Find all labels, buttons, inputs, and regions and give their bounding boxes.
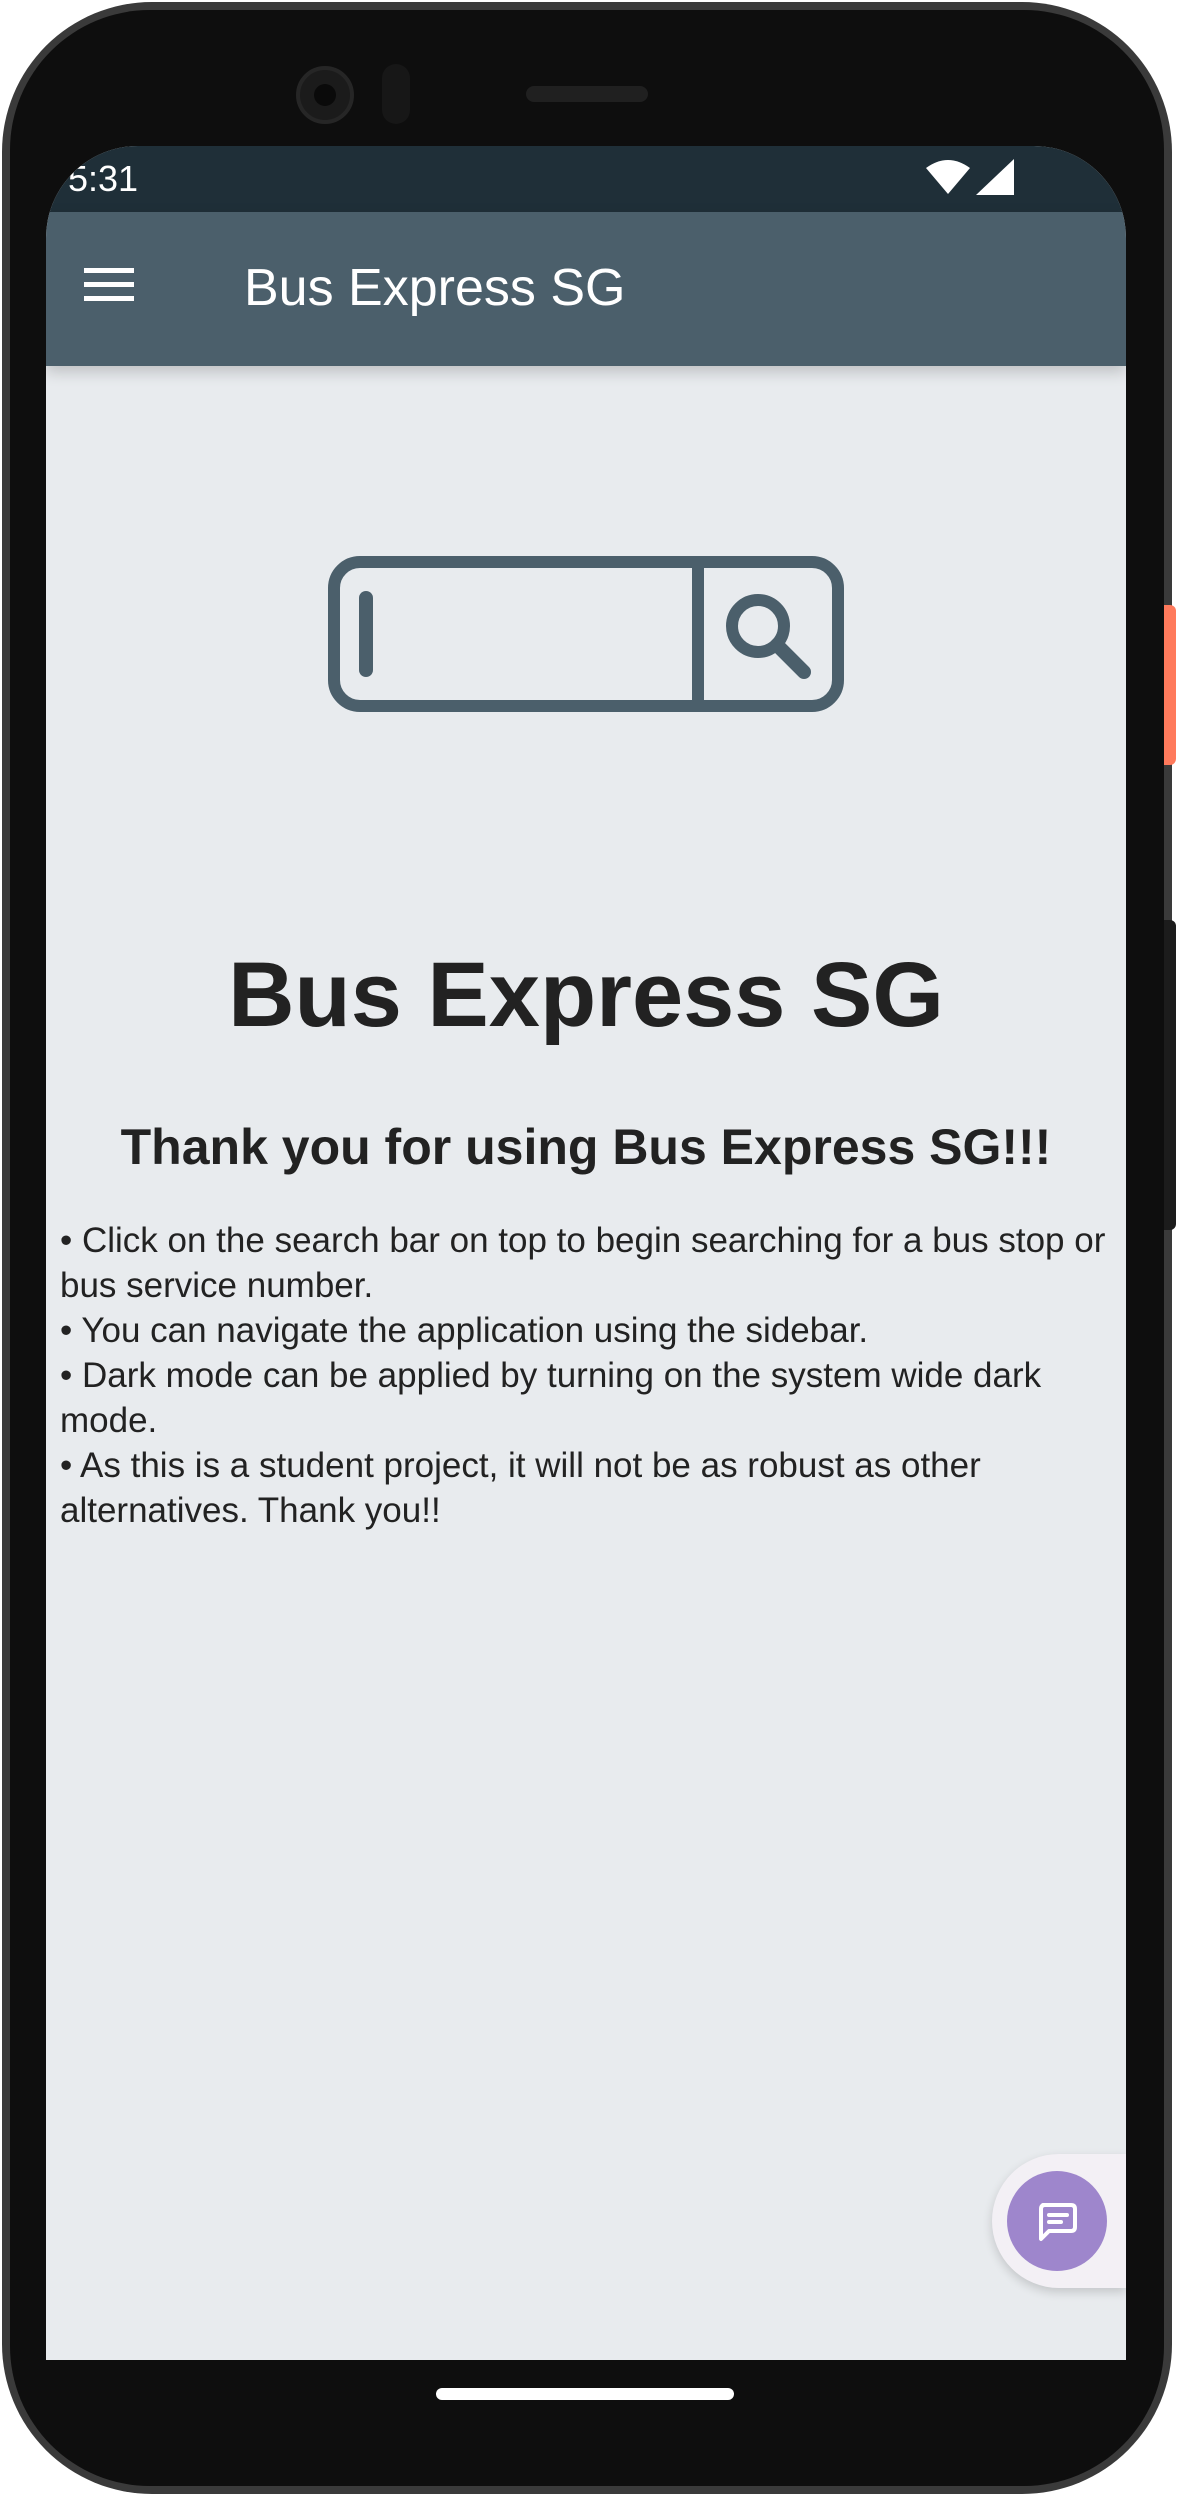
instructions-list: • Click on the search bar on top to begi… bbox=[60, 1218, 1110, 1533]
instruction-item: • As this is a student project, it will … bbox=[60, 1446, 981, 1530]
chat-fab[interactable] bbox=[992, 2154, 1126, 2288]
screen: 5:31 Bus Express SG Bus Express SG Thank… bbox=[46, 146, 1126, 2408]
proximity-sensor bbox=[382, 64, 410, 124]
phone-device: 5:31 Bus Express SG Bus Express SG Thank… bbox=[0, 0, 1178, 2498]
main-content: Bus Express SG Thank you for using Bus E… bbox=[46, 366, 1126, 2408]
status-icons bbox=[926, 158, 1014, 200]
home-gesture-handle[interactable] bbox=[436, 2388, 734, 2400]
earpiece-speaker bbox=[526, 86, 648, 102]
chat-fab-button[interactable] bbox=[1007, 2171, 1107, 2271]
status-time: 5:31 bbox=[68, 158, 139, 199]
search-bar-illustration-icon bbox=[328, 556, 844, 712]
app-bar: Bus Express SG bbox=[46, 212, 1126, 366]
instruction-item: • Click on the search bar on top to begi… bbox=[60, 1221, 1106, 1305]
page-title: Bus Express SG bbox=[228, 944, 944, 1046]
signal-icon bbox=[976, 158, 1014, 200]
chat-icon bbox=[1039, 2203, 1077, 2241]
instruction-item: • Dark mode can be applied by turning on… bbox=[60, 1356, 1042, 1440]
instruction-item: • You can navigate the application using… bbox=[60, 1311, 869, 1350]
front-camera bbox=[296, 66, 354, 124]
page-subtitle: Thank you for using Bus Express SG!!! bbox=[120, 1119, 1052, 1175]
hamburger-menu-icon[interactable] bbox=[74, 250, 144, 320]
wifi-icon bbox=[926, 159, 970, 199]
app-title: Bus Express SG bbox=[244, 259, 626, 317]
power-button bbox=[1164, 605, 1176, 765]
volume-button bbox=[1164, 920, 1176, 1230]
status-bar: 5:31 bbox=[46, 146, 1126, 212]
